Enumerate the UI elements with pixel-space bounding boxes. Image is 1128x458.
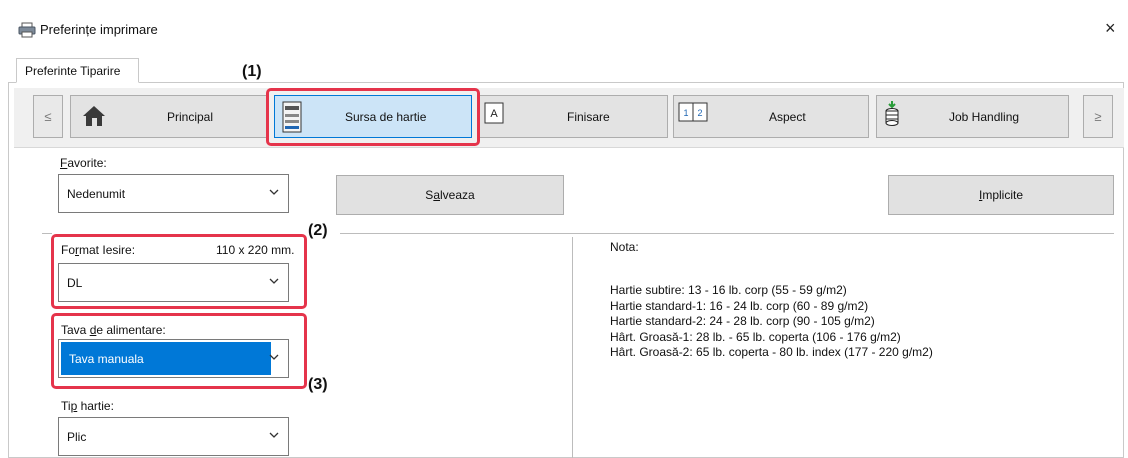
window-title: Preferințe imprimare	[40, 22, 158, 37]
paper-tray-select[interactable]: Tava manuala	[58, 339, 289, 378]
home-icon	[83, 106, 105, 126]
favorites-label-text: avorite:	[67, 156, 107, 170]
callout-2: (2)	[308, 222, 328, 239]
nav-next-button[interactable]: ≥	[1083, 95, 1113, 138]
favorites-value: Nedenumit	[67, 187, 126, 201]
paper-type-value: Plic	[67, 430, 87, 444]
nav-tab-finisare[interactable]: A Finisare	[478, 95, 668, 138]
nav-tab-label: Principal	[167, 110, 214, 124]
output-size-label-post: mat Iesire:	[79, 243, 136, 257]
nav-tab-label: Job Handling	[949, 110, 1020, 124]
highlight-box-1	[266, 88, 480, 146]
note-line: Hartie subtire: 13 - 16 lb. corp (55 - 5…	[610, 283, 847, 297]
paper-tray-label: Tava de alimentare:	[61, 323, 166, 337]
svg-text:2: 2	[697, 108, 702, 118]
job-handling-icon	[885, 101, 899, 126]
svg-text:A: A	[490, 108, 498, 120]
callout-3: (3)	[308, 376, 328, 393]
output-size-dimensions: 110 x 220 mm.	[216, 243, 295, 257]
nav-tab-principal[interactable]: Principal	[70, 95, 268, 138]
callout-1: (1)	[242, 63, 262, 80]
chevron-down-icon	[269, 432, 279, 438]
favorites-select[interactable]: Nedenumit	[58, 174, 289, 213]
nav-prev-button[interactable]: ≤	[33, 95, 63, 138]
output-size-label-pre: Fo	[61, 243, 76, 257]
chevron-down-icon	[269, 354, 279, 360]
nav-tab-label: Finisare	[567, 110, 610, 124]
separator-line	[340, 233, 1114, 234]
paper-tray-label-post: e alimentare:	[96, 323, 166, 337]
paper-tray-label-pre: Tava	[61, 323, 90, 337]
separator-line	[42, 233, 52, 234]
defaults-label-text: mplicite	[982, 188, 1024, 202]
layout-icon: 1 2	[678, 102, 708, 122]
chevron-down-icon	[269, 278, 279, 284]
favorites-label: Favorite:	[60, 156, 107, 170]
paper-type-label-post: hartie:	[77, 399, 114, 413]
nav-tab-job-handling[interactable]: Job Handling	[876, 95, 1069, 138]
tab-preferinte-tiparire[interactable]: Preferinte Tiparire	[16, 58, 139, 83]
output-size-value: DL	[67, 276, 83, 290]
column-divider	[572, 237, 573, 458]
note-line: Hartie standard-2: 24 - 28 lb. corp (90 …	[610, 314, 875, 328]
defaults-button[interactable]: Implicite	[888, 175, 1114, 215]
close-icon[interactable]: ×	[1105, 18, 1116, 39]
save-label-accel: a	[433, 188, 440, 202]
nav-tab-aspect[interactable]: 1 2 Aspect	[673, 95, 869, 138]
paper-type-select[interactable]: Plic	[58, 417, 289, 456]
title-bar: Preferințe imprimare ×	[0, 0, 1128, 40]
chevron-down-icon	[269, 189, 279, 195]
note-line: Hartie standard-1: 16 - 24 lb. corp (60 …	[610, 298, 869, 313]
output-size-select[interactable]: DL	[58, 263, 289, 302]
paper-type-label-pre: Ti	[61, 399, 71, 413]
printer-icon	[18, 22, 36, 38]
nav-tab-label: Aspect	[769, 110, 806, 124]
finishing-icon: A	[484, 102, 504, 124]
output-size-label: Format Iesire:	[61, 243, 135, 257]
save-label-post: lveaza	[440, 188, 475, 202]
save-button[interactable]: Salveaza	[336, 175, 564, 215]
svg-text:1: 1	[683, 108, 688, 118]
paper-type-label: Tip hartie:	[61, 399, 114, 413]
paper-tray-value: Tava manuala	[61, 342, 271, 375]
note-line: Hârt. Groasă-1: 28 lb. - 65 lb. coperta …	[610, 329, 901, 344]
note-heading: Nota:	[610, 240, 639, 254]
note-line: Hârt. Groasă-2: 65 lb. coperta - 80 lb. …	[610, 345, 933, 359]
